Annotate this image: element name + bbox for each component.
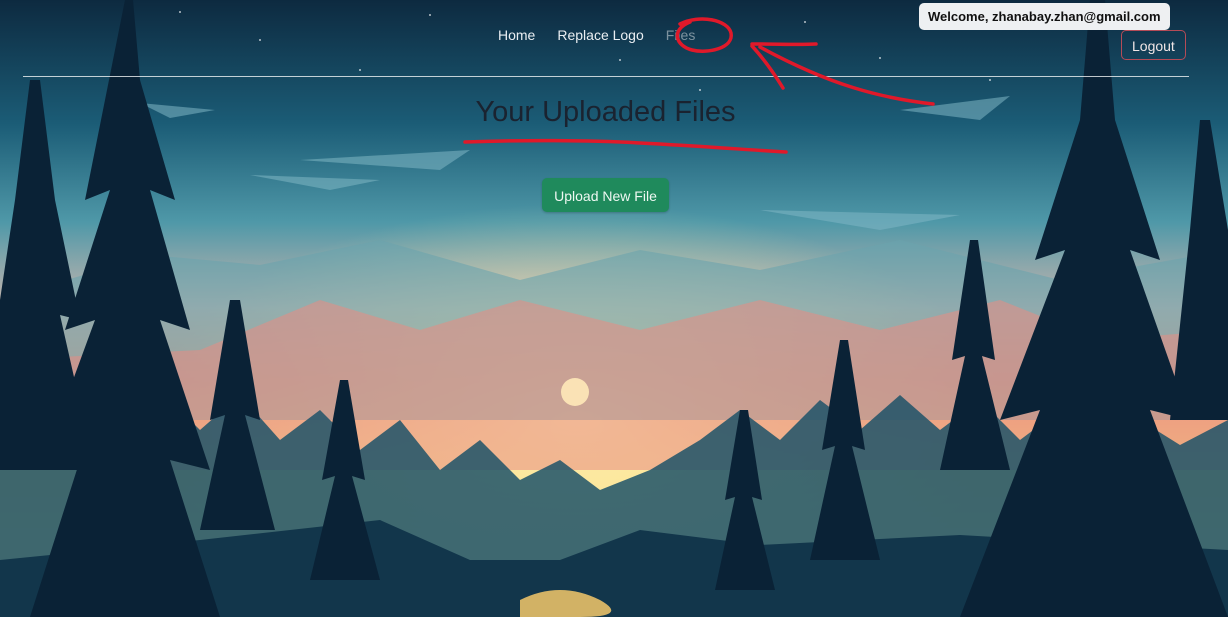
nav-link-files[interactable]: Files <box>655 25 707 45</box>
page-title: Your Uploaded Files <box>475 96 736 128</box>
welcome-badge: Welcome, zhanabay.zhan@gmail.com <box>919 3 1170 30</box>
nav-link-home[interactable]: Home <box>487 25 546 45</box>
nav-links: Home Replace Logo Files <box>487 25 706 45</box>
nav-link-replace-logo[interactable]: Replace Logo <box>546 25 654 45</box>
nav-divider <box>23 76 1189 77</box>
logout-button[interactable]: Logout <box>1121 30 1186 60</box>
upload-new-file-button[interactable]: Upload New File <box>542 178 669 212</box>
background-illustration <box>0 0 1228 617</box>
top-navbar: Home Replace Logo Files Welcome, zhanaba… <box>0 0 1228 78</box>
